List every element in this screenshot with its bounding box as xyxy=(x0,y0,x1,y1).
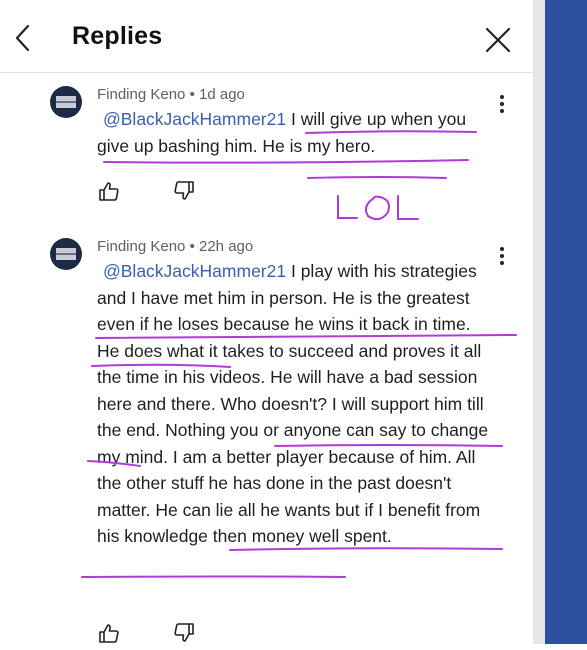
comment-meta: Finding Keno • 22h ago xyxy=(97,238,253,255)
avatar[interactable] xyxy=(50,86,82,118)
thumbs-down-icon xyxy=(174,181,194,200)
mention-link[interactable]: @BlackJackHammer21 xyxy=(103,109,286,129)
back-button[interactable] xyxy=(8,20,38,56)
thumbs-down-icon xyxy=(174,623,194,642)
comment-body: I play with his strategies and I have me… xyxy=(97,261,489,546)
author-name[interactable]: Finding Keno xyxy=(97,238,185,255)
timestamp: • 22h ago xyxy=(189,238,254,255)
thumbs-up-icon xyxy=(99,624,119,643)
comment-text: @BlackJackHammer21 I play with his strat… xyxy=(97,258,497,550)
avatar[interactable] xyxy=(50,238,82,270)
background-panel xyxy=(545,0,587,644)
chevron-left-icon xyxy=(15,24,30,52)
replies-panel: Replies Finding Keno • 1d ago @BlackJack… xyxy=(0,0,533,644)
close-button[interactable] xyxy=(483,25,513,55)
scrollbar-track[interactable] xyxy=(533,0,545,644)
close-icon xyxy=(485,27,511,53)
comment-meta: Finding Keno • 1d ago xyxy=(97,86,245,103)
header: Replies xyxy=(0,0,533,73)
mention-link[interactable]: @BlackJackHammer21 xyxy=(103,261,286,281)
dislike-button[interactable] xyxy=(172,621,196,645)
like-button[interactable] xyxy=(97,179,121,203)
timestamp: • 1d ago xyxy=(189,86,245,103)
author-name[interactable]: Finding Keno xyxy=(97,86,185,103)
dislike-button[interactable] xyxy=(172,179,196,203)
comment-text: @BlackJackHammer21 I will give up when y… xyxy=(97,106,497,159)
page-title: Replies xyxy=(72,22,163,50)
like-button[interactable] xyxy=(97,621,121,645)
thumbs-up-icon xyxy=(99,182,119,201)
